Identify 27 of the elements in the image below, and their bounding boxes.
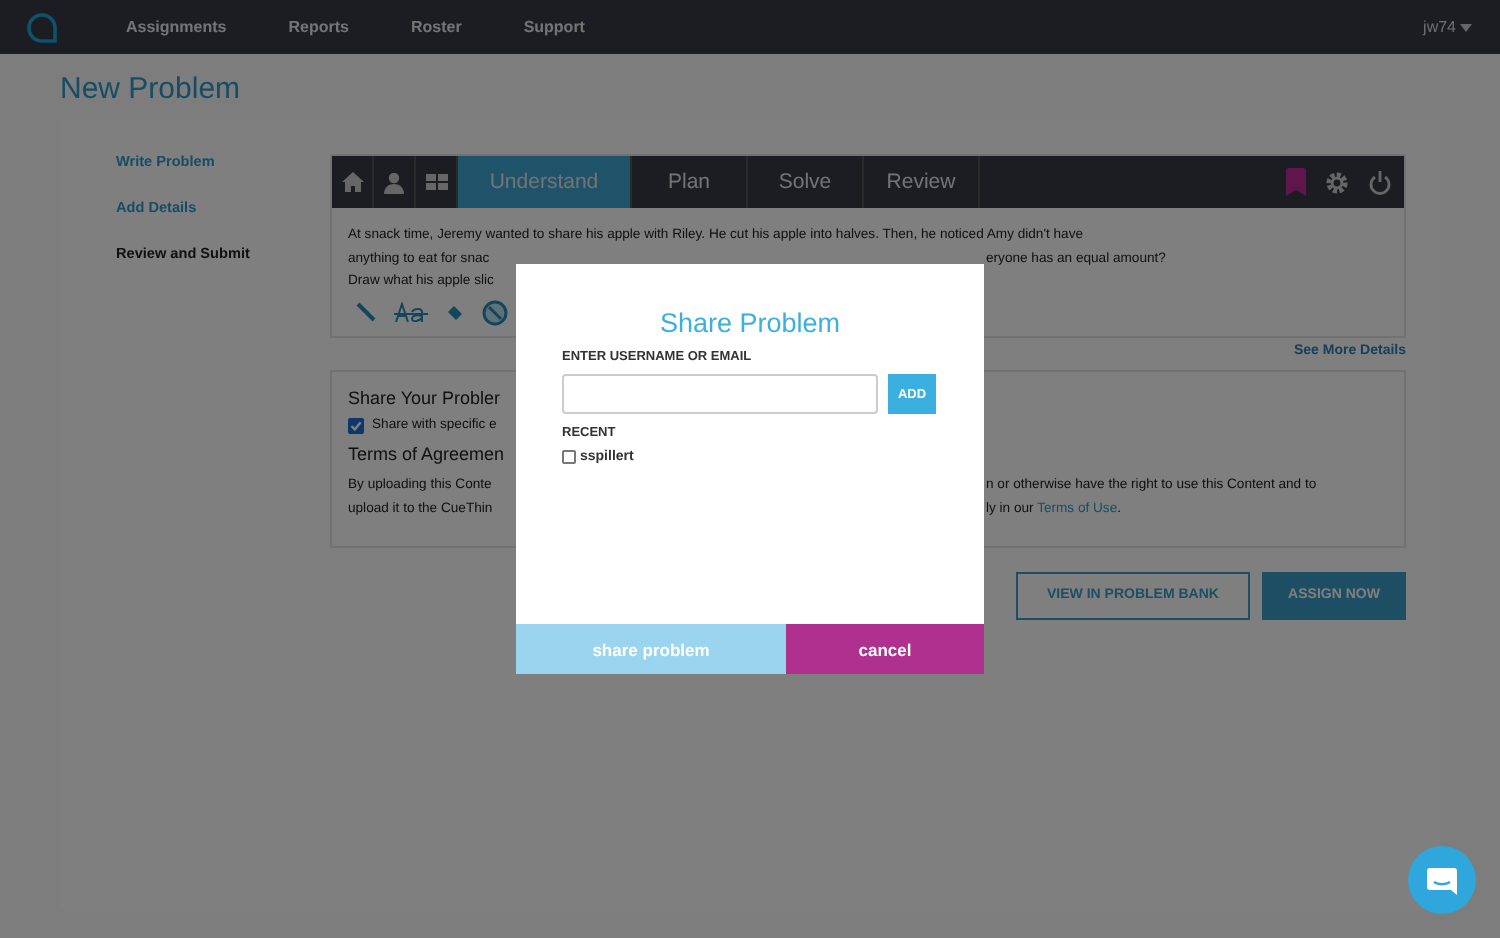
power-icon[interactable] — [1368, 169, 1392, 195]
share-heading: Share Your Probler — [348, 387, 501, 407]
eraser-icon[interactable] — [446, 303, 464, 321]
checkbox[interactable] — [562, 450, 576, 464]
text-tool-icon[interactable] — [394, 302, 428, 322]
stage-tab[interactable]: Understand — [458, 156, 632, 208]
nav-link[interactable]: Reports — [288, 18, 349, 36]
nav-link[interactable]: Roster — [410, 18, 462, 36]
nav-link[interactable]: Support — [523, 18, 585, 36]
dialog-title: Share Problem — [657, 308, 843, 338]
chat-button[interactable] — [1408, 846, 1476, 914]
username-field[interactable] — [562, 374, 878, 414]
terms-heading: Terms of Agreemen — [348, 443, 505, 463]
pencil-icon[interactable] — [356, 302, 376, 322]
user-menu[interactable]: jw74 — [1423, 18, 1472, 36]
cancel-button[interactable]: cancel — [786, 624, 984, 674]
no-sign-icon[interactable] — [482, 299, 508, 325]
nav-link[interactable]: Assignments — [126, 18, 227, 36]
logo-icon[interactable] — [26, 11, 58, 43]
page-title: New Problem — [58, 70, 243, 110]
checkbox[interactable] — [348, 417, 364, 433]
stage-tab[interactable]: Plan — [632, 156, 748, 208]
stage-tab[interactable]: Solve — [748, 156, 864, 208]
caret-icon — [1460, 23, 1472, 31]
settings-icon[interactable] — [1324, 169, 1350, 195]
stage-tab[interactable]: Review — [864, 156, 980, 208]
chat-icon — [1426, 865, 1458, 895]
